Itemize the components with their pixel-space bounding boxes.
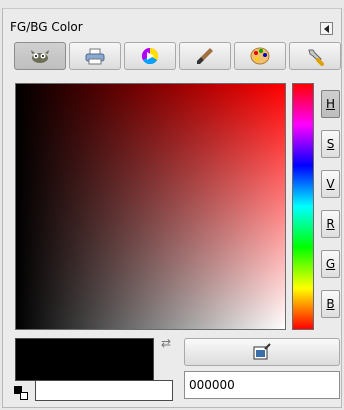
printer-icon	[85, 48, 105, 65]
background-color-swatch[interactable]	[35, 380, 173, 401]
wilber-icon	[31, 50, 49, 63]
channel-g-button[interactable]: G	[321, 250, 340, 278]
tab-cmyk-selector[interactable]	[69, 42, 121, 70]
color-picker-button[interactable]	[184, 338, 340, 366]
brush-icon	[197, 48, 213, 64]
hex-color-input[interactable]: 000000	[184, 371, 340, 399]
selector-tabs	[14, 42, 342, 72]
swap-colors-icon[interactable]: ⇄	[161, 336, 175, 350]
dock-title: FG/BG Color	[10, 20, 83, 34]
channel-h-button[interactable]: H	[321, 90, 340, 118]
channel-s-button[interactable]: S	[321, 130, 340, 158]
tab-menu-button[interactable]	[320, 22, 333, 35]
channel-b-button[interactable]: B	[321, 290, 340, 318]
hue-strip[interactable]	[292, 83, 314, 330]
saturation-value-area[interactable]	[15, 83, 286, 330]
tab-gimp-selector[interactable]	[14, 42, 66, 70]
palette-icon	[250, 47, 270, 65]
color-wheel-icon	[141, 47, 159, 65]
tab-scales-selector[interactable]	[289, 42, 341, 70]
wrench-icon	[308, 49, 324, 66]
sv-gradient	[16, 84, 285, 329]
channel-v-button[interactable]: V	[321, 170, 340, 198]
foreground-color-swatch[interactable]	[15, 338, 154, 381]
tab-wheel-selector[interactable]	[124, 42, 176, 70]
color-picker-icon	[253, 343, 271, 360]
default-bg-mini-swatch[interactable]	[20, 392, 28, 400]
tab-palette-selector[interactable]	[234, 42, 286, 70]
channel-r-button[interactable]: R	[321, 210, 340, 238]
tab-watercolor-selector[interactable]	[179, 42, 231, 70]
